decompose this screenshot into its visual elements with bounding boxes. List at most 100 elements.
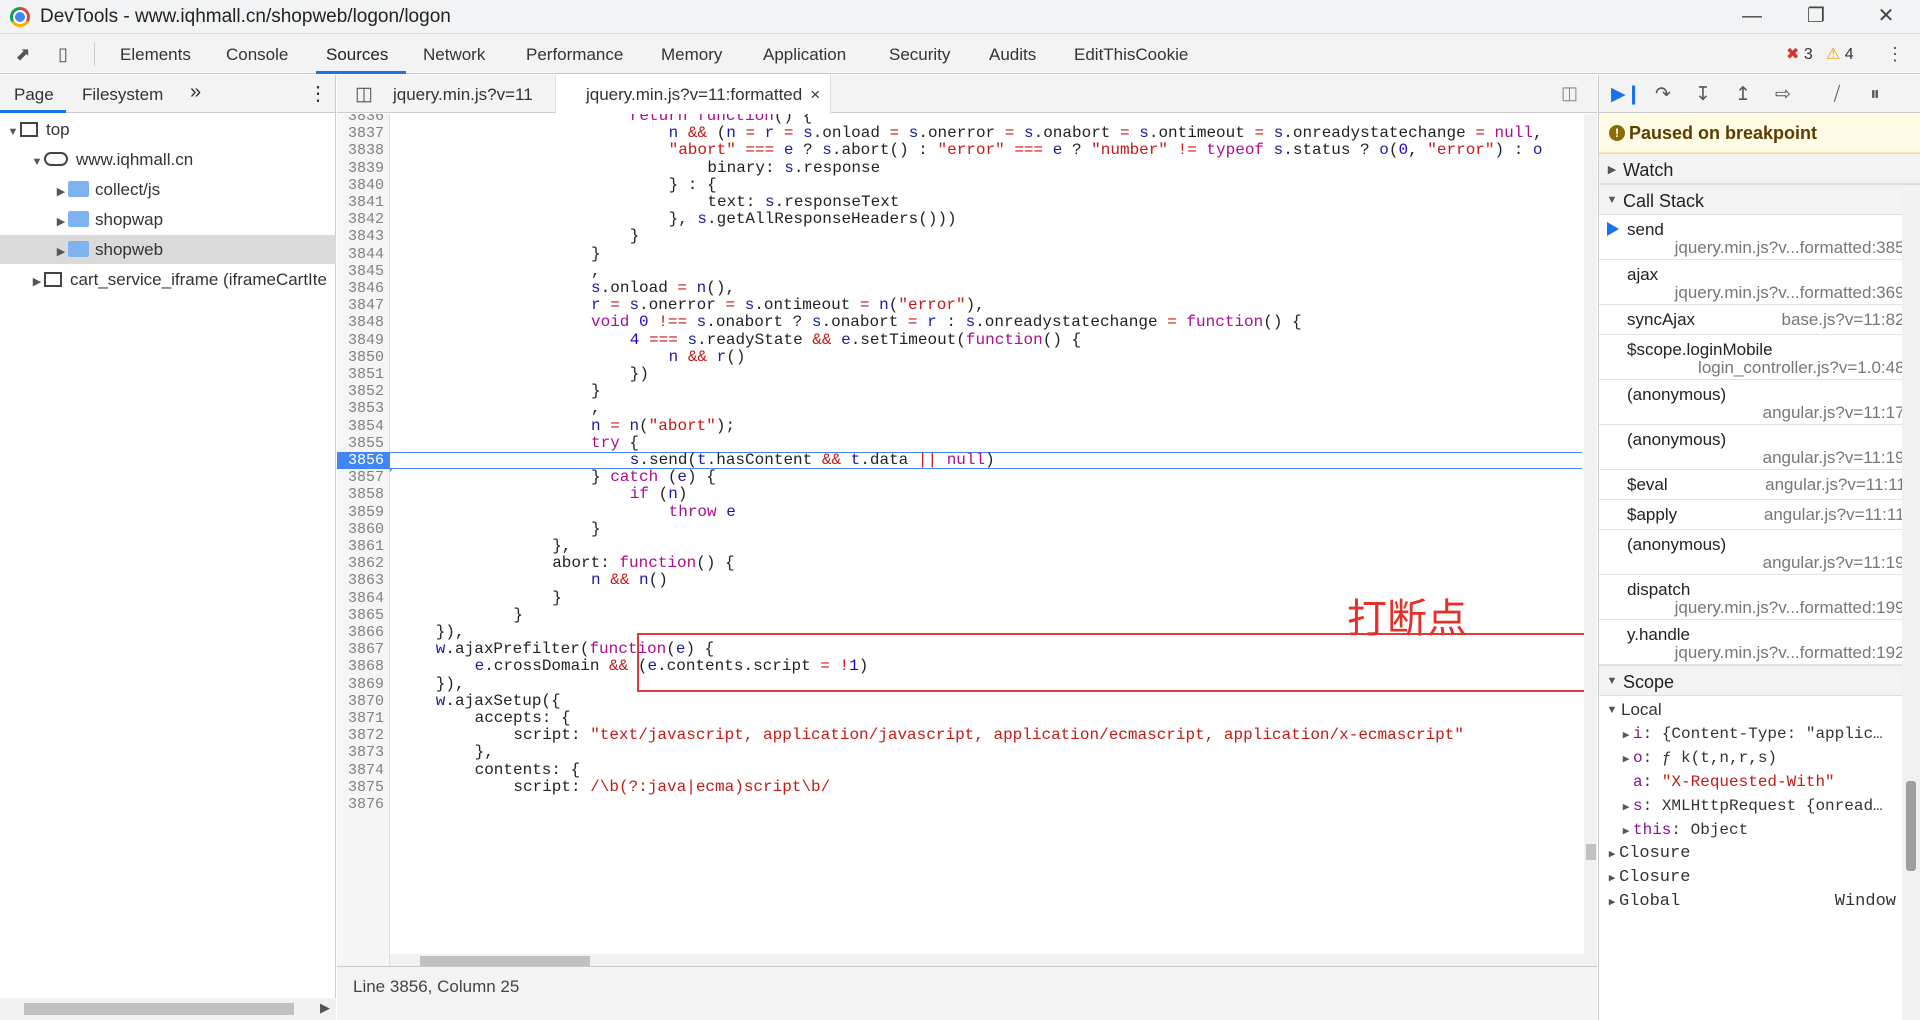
tab-page[interactable]: Page — [14, 85, 54, 105]
expand-icon[interactable]: ▶ — [30, 268, 44, 294]
watch-section-header[interactable]: ▶ Watch — [1599, 153, 1920, 184]
line-number[interactable]: 3851 — [337, 366, 390, 383]
call-frame-location[interactable]: jquery.min.js?v...formatted:3856 — [1675, 238, 1914, 258]
call-frame-location[interactable]: base.js?v=11:823 — [1782, 310, 1914, 330]
scope-closure[interactable]: ▶ Closure — [1599, 866, 1920, 890]
line-number[interactable]: 3846 — [337, 280, 390, 297]
scope-variable[interactable]: ▶ this: Object — [1599, 818, 1920, 842]
call-frame[interactable]: send jquery.min.js?v...formatted:3856 — [1599, 215, 1920, 260]
pause-on-exceptions-icon[interactable]: ⏸ — [1863, 84, 1887, 106]
toggle-navigator-icon[interactable]: ◫ — [355, 83, 373, 106]
tree-item[interactable]: ▼ www.iqhmall.cn — [0, 145, 336, 174]
editor-vertical-scrollbar[interactable] — [1584, 114, 1597, 966]
tree-item[interactable]: ▶ shopwap — [0, 205, 336, 234]
sidebar-scrollbar[interactable] — [1902, 191, 1920, 1020]
call-frame[interactable]: y.handle jquery.min.js?v...formatted:1928 — [1599, 620, 1920, 665]
line-number[interactable]: 3845 — [337, 263, 390, 280]
expand-icon[interactable]: ▶ — [54, 238, 68, 264]
tab-memory[interactable]: Memory — [661, 45, 722, 65]
resume-icon[interactable]: ▶❙ — [1611, 84, 1642, 106]
expand-icon[interactable]: ▶ — [1605, 843, 1619, 867]
line-gutter[interactable]: 3836 3837 3838 3839 3840 3841 3842 3843 3844 3845… — [337, 114, 398, 966]
line-number[interactable]: 3848 — [337, 314, 390, 331]
tab-performance[interactable]: Performance — [526, 45, 623, 65]
step-over-icon[interactable]: ↷ — [1651, 84, 1675, 106]
call-frame-location[interactable]: angular.js?v=11:175 — [1763, 403, 1914, 423]
step-icon[interactable]: ⇨ — [1771, 84, 1795, 106]
line-number[interactable]: 3850 — [337, 349, 390, 366]
line-number[interactable]: 3873 — [337, 744, 390, 761]
line-number[interactable]: 3876 — [337, 796, 390, 813]
scope-global[interactable]: ▶ Global Window — [1599, 890, 1920, 914]
call-frame-location[interactable]: login_controller.js?v=1.0:483 — [1698, 358, 1914, 378]
tree-item[interactable]: ▶ shopweb — [0, 235, 336, 264]
expand-icon[interactable]: ▶ — [1619, 748, 1633, 772]
scope-closure[interactable]: ▶ Closure — [1599, 842, 1920, 866]
line-number[interactable]: 3855 — [337, 435, 390, 452]
scope-variable[interactable]: ▶ o: ƒ k(t,n,r,s) — [1599, 746, 1920, 770]
scrollbar-thumb[interactable] — [1906, 781, 1916, 871]
scrollbar-thumb[interactable] — [1586, 844, 1596, 860]
line-number[interactable]: 3869 — [337, 676, 390, 693]
tab-editthiscookie[interactable]: EditThisCookie — [1074, 45, 1188, 65]
call-frame[interactable]: $apply angular.js?v=11:112 — [1599, 500, 1920, 530]
step-into-icon[interactable]: ↧ — [1691, 84, 1715, 106]
more-tabs-icon[interactable]: » — [190, 81, 201, 104]
tab-network[interactable]: Network — [423, 45, 485, 65]
scope-variable[interactable]: a: "X-Requested-With" — [1599, 770, 1920, 794]
call-frame[interactable]: $eval angular.js?v=11:111 — [1599, 470, 1920, 500]
line-number[interactable]: 3838 — [337, 142, 390, 159]
expand-icon[interactable]: ▶ — [1605, 891, 1619, 915]
tab-console[interactable]: Console — [226, 45, 288, 65]
call-frame[interactable]: ajax jquery.min.js?v...formatted:3694 — [1599, 260, 1920, 305]
line-number[interactable]: 3841 — [337, 194, 390, 211]
line-number[interactable]: 3858 — [337, 486, 390, 503]
call-frame[interactable]: (anonymous) angular.js?v=11:192 — [1599, 530, 1920, 575]
scrollbar-thumb[interactable] — [24, 1003, 294, 1015]
expand-icon[interactable]: ▶ — [54, 178, 68, 204]
editor-tab[interactable]: jquery.min.js?v=11:formatted × — [555, 75, 832, 114]
line-number[interactable]: 3847 — [337, 297, 390, 314]
expand-icon[interactable]: ▶ — [1605, 867, 1619, 891]
call-frame[interactable]: (anonymous) angular.js?v=11:192 — [1599, 425, 1920, 470]
toggle-debugger-icon[interactable]: ◫ — [1561, 83, 1578, 104]
call-frame-location[interactable]: angular.js?v=11:112 — [1764, 505, 1914, 525]
line-number[interactable]: 3871 — [337, 710, 390, 727]
call-frame[interactable]: dispatch jquery.min.js?v...formatted:1997 — [1599, 575, 1920, 620]
scope-local-header[interactable]: ▼ Local — [1599, 698, 1920, 722]
scope-section-header[interactable]: ▼ Scope — [1599, 665, 1920, 696]
line-number[interactable]: 3860 — [337, 521, 390, 538]
navigator-scrollbar[interactable]: ▶ — [0, 998, 336, 1020]
line-number[interactable]: 3849 — [337, 332, 390, 349]
tab-sources[interactable]: Sources — [326, 45, 388, 65]
tree-item[interactable]: ▶ collect/js — [0, 175, 336, 204]
tab-security[interactable]: Security — [889, 45, 950, 65]
step-out-icon[interactable]: ↥ — [1731, 84, 1755, 106]
line-number[interactable]: 3866 — [337, 624, 390, 641]
tab-application[interactable]: Application — [763, 45, 846, 65]
line-number[interactable]: 3843 — [337, 228, 390, 245]
line-number[interactable]: 3844 — [337, 246, 390, 263]
call-frame[interactable]: (anonymous) angular.js?v=11:175 — [1599, 380, 1920, 425]
deactivate-breakpoints-icon[interactable]: ⧸ — [1825, 84, 1849, 106]
line-number[interactable]: 3861 — [337, 538, 390, 555]
expand-icon[interactable]: ▶ — [1619, 796, 1633, 820]
tab-audits[interactable]: Audits — [989, 45, 1036, 65]
inspect-element-icon[interactable]: ⬈ — [12, 43, 34, 65]
line-number[interactable]: 3863 — [337, 572, 390, 589]
minimize-icon[interactable]: — — [1724, 0, 1780, 32]
code-view[interactable]: 3836 3837 3838 3839 3840 3841 3842 3843 3844 3845… — [337, 114, 1597, 966]
call-frame[interactable]: $scope.loginMobile login_controller.js?v=… — [1599, 335, 1920, 380]
call-frame[interactable]: syncAjax base.js?v=11:823 — [1599, 305, 1920, 335]
line-number[interactable]: 3857 — [337, 469, 390, 486]
line-number[interactable]: 3852 — [337, 383, 390, 400]
scope-variable[interactable]: ▶ s: XMLHttpRequest {onread… — [1599, 794, 1920, 818]
line-number[interactable]: 3865 — [337, 607, 390, 624]
tab-elements[interactable]: Elements — [120, 45, 191, 65]
scope-variable[interactable]: ▶ i: {Content-Type: "applic… — [1599, 722, 1920, 746]
maximize-icon[interactable]: ❐ — [1788, 0, 1844, 32]
line-number[interactable]: 3875 — [337, 779, 390, 796]
line-number[interactable]: 3842 — [337, 211, 390, 228]
more-options-icon[interactable]: ⋮ — [1884, 43, 1906, 65]
collapse-icon[interactable]: ▼ — [6, 118, 20, 144]
